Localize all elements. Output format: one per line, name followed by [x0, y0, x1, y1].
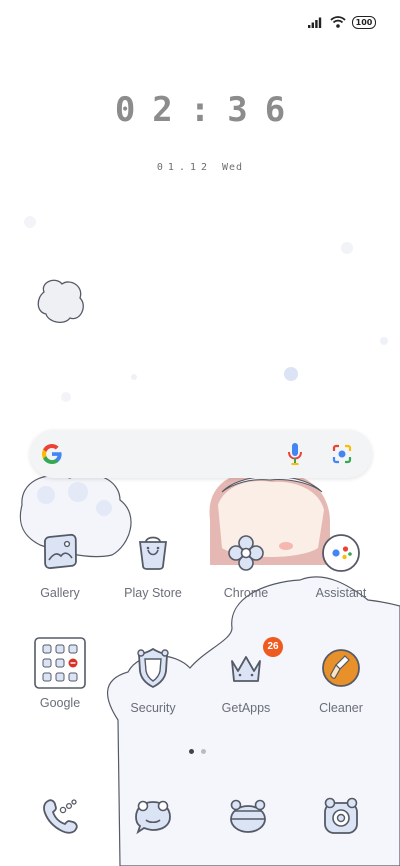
- phone-icon: [43, 799, 78, 834]
- app-security[interactable]: Security: [108, 645, 198, 715]
- dock-browser-app[interactable]: [225, 793, 271, 839]
- getapps-icon: 26: [223, 637, 283, 691]
- assistant-icon: [318, 530, 364, 576]
- date-label: 01.12: [156, 162, 213, 173]
- gallery-icon: [37, 530, 83, 576]
- weekday-label: Wed: [222, 162, 244, 173]
- app-assistant[interactable]: Assistant: [296, 530, 386, 600]
- battery-icon: 100: [352, 15, 376, 29]
- app-label: Play Store: [124, 586, 182, 600]
- dock-phone-app[interactable]: [38, 793, 84, 839]
- app-gallery[interactable]: Gallery: [15, 530, 105, 600]
- app-play-store[interactable]: Play Store: [108, 530, 198, 600]
- app-label: Cleaner: [319, 701, 363, 715]
- app-label: GetApps: [221, 701, 271, 715]
- app-chrome[interactable]: Chrome: [201, 530, 291, 600]
- page-dot-active: [189, 749, 194, 754]
- signal-icon: [308, 17, 322, 28]
- google-folder-icon: [34, 637, 86, 689]
- status-bar: 100: [308, 10, 376, 34]
- google-logo-icon: [42, 444, 62, 464]
- security-icon: [130, 645, 176, 691]
- google-search-bar[interactable]: [30, 430, 372, 478]
- dock-messages-app[interactable]: [130, 793, 176, 839]
- page-dot: [201, 749, 206, 754]
- play-store-icon: [130, 530, 176, 576]
- app-getapps[interactable]: 26 GetApps: [201, 637, 291, 715]
- app-label: Assistant: [315, 586, 367, 600]
- wifi-icon: [330, 16, 346, 28]
- microphone-icon[interactable]: [286, 442, 304, 466]
- app-label: Google: [39, 696, 81, 710]
- dock-camera-app[interactable]: [318, 793, 364, 839]
- messages-icon: [135, 800, 171, 835]
- app-label: Chrome: [223, 586, 269, 600]
- page-indicator[interactable]: [189, 749, 206, 754]
- clock-date[interactable]: 01.12 Wed: [0, 162, 400, 173]
- clock-time[interactable]: 02:36: [0, 90, 400, 130]
- app-label: Security: [130, 701, 176, 715]
- google-lens-icon[interactable]: [330, 442, 354, 466]
- app-cleaner[interactable]: Cleaner: [296, 645, 386, 715]
- cleaner-icon: [318, 645, 364, 691]
- app-label: Gallery: [40, 586, 80, 600]
- browser-icon: [230, 799, 266, 833]
- camera-icon: [324, 797, 358, 834]
- chrome-icon: [223, 530, 269, 576]
- battery-level: 100: [355, 17, 373, 27]
- notification-badge: 26: [263, 637, 283, 657]
- folder-google[interactable]: Google: [15, 637, 105, 710]
